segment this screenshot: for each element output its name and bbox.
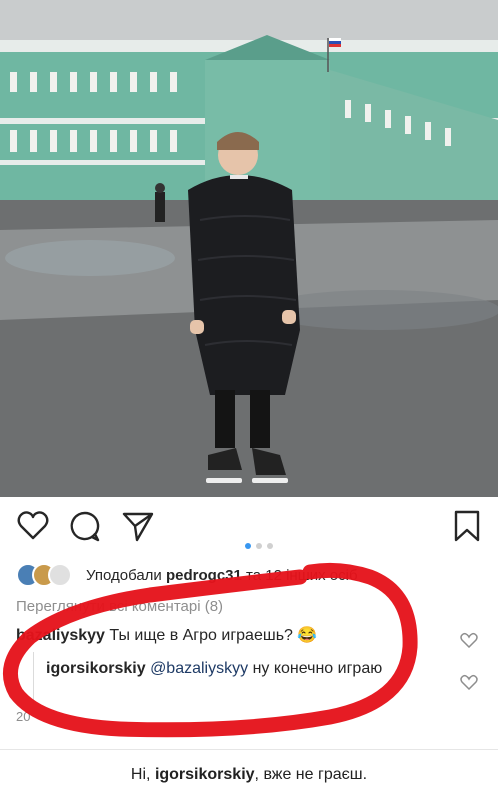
comment-text: Ты ище в Агро играешь? 😂 bbox=[109, 627, 318, 644]
heart-icon[interactable] bbox=[16, 509, 50, 543]
carousel-dot[interactable] bbox=[245, 543, 251, 549]
reply-like-icon[interactable] bbox=[460, 674, 478, 691]
bookmark-icon[interactable] bbox=[452, 509, 482, 543]
caption-user: igorsikorskiy bbox=[154, 766, 255, 783]
reply-mention[interactable]: @bazaliyskyy bbox=[150, 660, 248, 677]
carousel-dot[interactable] bbox=[256, 543, 262, 549]
avatar bbox=[48, 563, 72, 587]
reply-thread-line bbox=[33, 652, 34, 704]
likes-suffix: та 12 інших осіб bbox=[246, 566, 358, 584]
post-card: Уподобали pedrogc31 та 12 інших осіб Пер… bbox=[0, 497, 498, 749]
caption-suffix: , вже не граєш. bbox=[254, 766, 368, 783]
comment-username[interactable]: bazaliyskyy bbox=[16, 627, 105, 644]
action-bar bbox=[16, 509, 482, 549]
comment-icon[interactable] bbox=[68, 509, 102, 543]
caption-footer: Ні, igorsikorskiy, вже не граєш. bbox=[0, 749, 498, 804]
carousel-dot[interactable] bbox=[267, 543, 273, 549]
comment-like-icon[interactable] bbox=[460, 632, 478, 649]
post-date: 20 bbox=[16, 709, 31, 724]
share-icon[interactable] bbox=[121, 509, 155, 543]
reply-comment: igorsikorskiy @bazaliyskyy ну конечно иг… bbox=[46, 657, 406, 680]
likes-user[interactable]: pedrogc31 bbox=[166, 567, 242, 584]
view-all-comments-link[interactable]: Переглянути всі коментарі (8) bbox=[16, 598, 223, 615]
likes-summary[interactable]: Уподобали pedrogc31 та 12 інших осіб bbox=[16, 563, 488, 587]
likes-prefix: Уподобали bbox=[86, 566, 162, 584]
likes-text: Уподобали pedrogc31 та 12 інших осіб bbox=[86, 567, 358, 584]
reply-text: ну конечно играю bbox=[252, 660, 383, 677]
photo-scene bbox=[0, 0, 498, 497]
carousel-indicator bbox=[245, 536, 278, 549]
comment: bazaliyskyy Ты ище в Агро играешь? 😂 bbox=[16, 625, 317, 645]
reply-username[interactable]: igorsikorskiy bbox=[46, 660, 146, 677]
caption-prefix: Ні, bbox=[130, 766, 151, 783]
caption-text: Ні, igorsikorskiy, вже не граєш. bbox=[0, 766, 498, 784]
post-photo[interactable] bbox=[0, 0, 498, 497]
